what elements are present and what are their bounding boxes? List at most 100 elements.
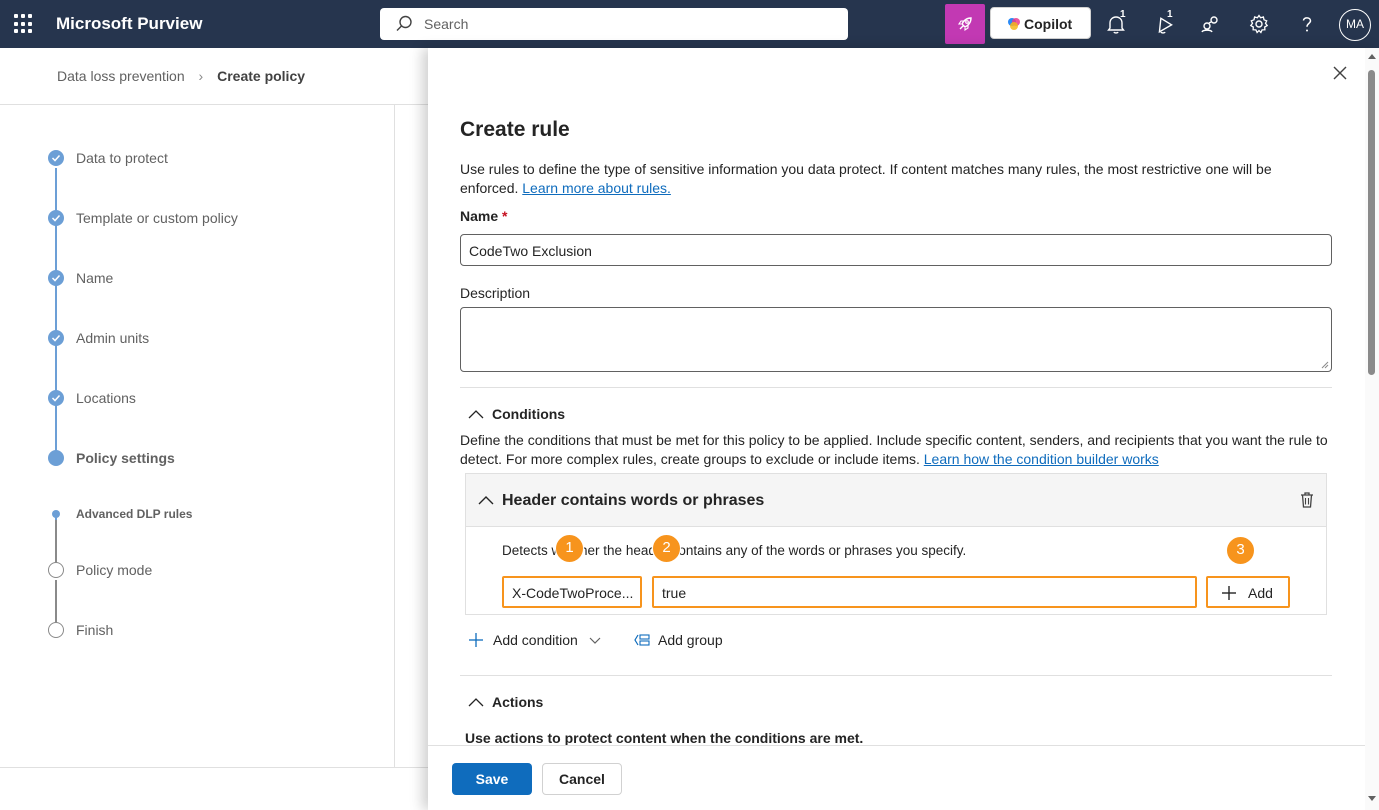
whats-new-badge: 1	[1167, 9, 1173, 20]
plus-icon	[469, 633, 483, 647]
condition-card-header[interactable]: Header contains words or phrases	[466, 474, 1326, 527]
section-divider	[460, 387, 1332, 388]
app-title[interactable]: Microsoft Purview	[56, 14, 202, 34]
step-label: Policy mode	[76, 562, 153, 578]
help-button[interactable]	[1295, 12, 1319, 36]
conditions-description-text: Define the conditions that must be met f…	[460, 432, 1328, 467]
footer-divider	[0, 767, 428, 768]
condition-card-title: Header contains words or phrases	[502, 492, 765, 509]
app-launcher-icon[interactable]	[14, 14, 34, 34]
conditions-description: Define the conditions that must be met f…	[460, 431, 1340, 469]
chevron-up-icon[interactable]	[478, 494, 494, 506]
checkmark-icon	[48, 390, 64, 406]
pending-step-icon	[48, 622, 64, 638]
notifications-button[interactable]: 1	[1104, 9, 1128, 36]
section-divider	[460, 675, 1332, 676]
substep-icon	[52, 510, 60, 518]
chevron-up-icon	[468, 410, 484, 419]
breadcrumb-current: Create policy	[217, 68, 306, 84]
step-connector-pending	[55, 520, 57, 568]
add-group-label: Add group	[658, 632, 723, 648]
actions-heading: Actions	[492, 694, 544, 710]
step-marker-2: 2	[652, 534, 681, 563]
top-bar: Microsoft Purview Search Copilot 1 1 MA	[0, 0, 1379, 48]
step-label: Advanced DLP rules	[76, 507, 193, 521]
step-label: Data to protect	[76, 150, 168, 166]
close-icon[interactable]	[1331, 64, 1349, 82]
cancel-button[interactable]: Cancel	[542, 763, 622, 795]
scroll-thumb[interactable]	[1368, 70, 1375, 375]
copilot-logo-icon	[1008, 18, 1020, 30]
step-marker-3: 3	[1226, 536, 1255, 565]
pending-step-icon	[48, 562, 64, 578]
step-label: Admin units	[76, 330, 150, 346]
header-value-text: true	[662, 585, 687, 601]
actions-description: Use actions to protect content when the …	[465, 730, 864, 746]
search-box[interactable]: Search	[380, 8, 848, 40]
panel-scrollbar[interactable]	[1365, 48, 1379, 810]
add-group-button[interactable]: Add group	[634, 632, 734, 652]
name-field-value: CodeTwo Exclusion	[469, 243, 592, 259]
search-icon	[396, 15, 412, 31]
header-name-field[interactable]: X-CodeTwoProce...	[502, 576, 642, 608]
step-connector-pending-2	[55, 580, 57, 624]
checkmark-icon	[48, 210, 64, 226]
checkmark-icon	[48, 330, 64, 346]
add-condition-label: Add condition	[493, 632, 578, 648]
checkmark-icon	[48, 150, 64, 166]
name-field[interactable]: CodeTwo Exclusion	[460, 234, 1332, 266]
notifications-badge: 1	[1120, 9, 1126, 20]
checkmark-icon	[48, 270, 64, 286]
learn-rocket-button[interactable]	[945, 4, 985, 44]
scroll-down-icon[interactable]	[1368, 796, 1376, 801]
required-mark: *	[502, 208, 508, 224]
copilot-label: Copilot	[1024, 16, 1073, 32]
scroll-up-icon[interactable]	[1368, 54, 1376, 59]
panel-footer: Save Cancel	[428, 745, 1365, 810]
condition-card: Header contains words or phrases Detects…	[465, 473, 1327, 615]
step-label: Finish	[76, 622, 114, 638]
add-phrase-label: Add	[1248, 585, 1273, 601]
chevron-up-icon	[468, 698, 484, 707]
description-field[interactable]	[460, 307, 1332, 372]
header-name-value: X-CodeTwoProce...	[512, 585, 634, 601]
search-placeholder: Search	[424, 16, 469, 32]
people-connect-icon	[1201, 16, 1218, 33]
step-marker-1: 1	[555, 534, 584, 563]
whats-new-button[interactable]: 1	[1151, 9, 1175, 36]
rocket-icon	[957, 17, 972, 32]
panel-title: Create rule	[460, 118, 570, 141]
avatar[interactable]: MA	[1339, 9, 1371, 41]
create-rule-panel: Create rule Use rules to define the type…	[428, 48, 1379, 810]
current-step-icon	[48, 450, 64, 466]
copilot-button[interactable]: Copilot	[990, 7, 1091, 39]
gear-icon	[1249, 14, 1269, 34]
step-label: Template or custom policy	[76, 210, 238, 226]
resize-handle-icon[interactable]	[1321, 361, 1329, 369]
delete-icon[interactable]	[1299, 491, 1315, 509]
wizard-steps: Data to protect Template or custom polic…	[0, 105, 395, 767]
breadcrumb-separator-icon: ›	[198, 68, 204, 84]
conditions-heading: Conditions	[492, 406, 566, 422]
settings-button[interactable]	[1247, 12, 1271, 36]
group-icon	[634, 634, 650, 646]
breadcrumb: Data loss prevention › Create policy	[57, 68, 305, 84]
condition-builder-link[interactable]: Learn how the condition builder works	[924, 451, 1159, 467]
name-label: Name *	[460, 208, 507, 224]
step-label: Policy settings	[76, 450, 175, 466]
panel-description: Use rules to define the type of sensitiv…	[460, 160, 1300, 198]
question-mark-icon	[1302, 17, 1312, 32]
add-phrase-button[interactable]: Add	[1206, 576, 1290, 608]
plus-icon	[1222, 586, 1236, 600]
community-button[interactable]	[1199, 12, 1223, 36]
step-label: Name	[76, 270, 114, 286]
learn-more-rules-link[interactable]: Learn more about rules.	[522, 180, 671, 196]
breadcrumb-item-dlp[interactable]: Data loss prevention	[57, 68, 185, 84]
name-label-text: Name	[460, 208, 499, 224]
add-condition-button[interactable]: Add condition	[468, 632, 608, 652]
header-value-field[interactable]: true	[652, 576, 1197, 608]
step-label: Locations	[76, 390, 136, 406]
save-button[interactable]: Save	[452, 763, 532, 795]
chevron-down-icon	[589, 637, 601, 644]
description-label: Description	[460, 285, 531, 301]
